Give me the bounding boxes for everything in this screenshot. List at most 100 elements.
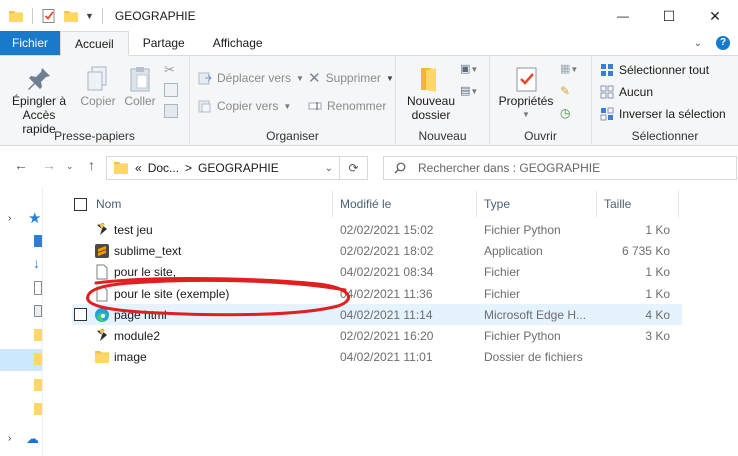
- new-folder-button[interactable]: Nouveau dossier: [404, 64, 458, 122]
- table-row[interactable]: pour le site, 04/02/2021 08:34 Fichier 1…: [76, 261, 682, 282]
- chevron-down-icon[interactable]: ⌄: [694, 38, 702, 49]
- file-name-cell[interactable]: sublime_text: [94, 240, 181, 261]
- help-icon[interactable]: ?: [716, 36, 730, 50]
- column-header-type[interactable]: Type: [484, 191, 510, 217]
- delete-icon: ✕: [308, 70, 321, 87]
- address-bar[interactable]: « Doc... > GEOGRAPHIE ⌄: [106, 156, 340, 180]
- file-name-cell[interactable]: page html: [94, 304, 167, 325]
- refresh-button[interactable]: ⟳: [340, 156, 368, 180]
- file-name-cell[interactable]: pour le site,: [94, 261, 176, 282]
- documents-icon[interactable]: [34, 281, 42, 295]
- file-name: pour le site,: [114, 264, 177, 279]
- cut-icon[interactable]: ✂: [164, 62, 175, 78]
- file-type: Fichier: [484, 264, 521, 279]
- tab-fichier[interactable]: Fichier: [0, 31, 61, 55]
- table-row[interactable]: page html 04/02/2021 11:14 Microsoft Edg…: [72, 304, 682, 325]
- paste-shortcut-icon[interactable]: [164, 104, 178, 118]
- file-name: test jeu: [114, 222, 153, 237]
- column-header-size[interactable]: Taille: [604, 191, 631, 217]
- folder-icon[interactable]: [34, 379, 42, 391]
- up-arrow-icon[interactable]: ↑: [88, 157, 95, 173]
- table-row[interactable]: pour le site (exemple) 04/02/2021 11:36 …: [76, 283, 682, 304]
- column-divider[interactable]: [476, 191, 477, 217]
- minimize-icon: —: [617, 9, 629, 23]
- table-row[interactable]: test jeu 02/02/2021 15:02 Fichier Python…: [76, 219, 682, 240]
- open-group-label: Ouvrir: [524, 129, 557, 143]
- properties-button[interactable]: Propriétés ▼: [496, 64, 556, 122]
- copy-button[interactable]: Copier: [78, 64, 118, 108]
- file-name-cell[interactable]: test jeu: [94, 219, 153, 240]
- new-folder-qa-icon[interactable]: [63, 8, 79, 24]
- move-to-button[interactable]: Déplacer vers ▼: [198, 68, 304, 88]
- rename-button[interactable]: Renommer: [308, 96, 386, 116]
- file-name-cell[interactable]: pour le site (exemple): [94, 283, 229, 304]
- select-all-button[interactable]: Sélectionner tout: [600, 60, 709, 80]
- tab-partage[interactable]: Partage: [129, 31, 199, 55]
- folder-icon: [114, 162, 128, 174]
- forward-arrow-icon[interactable]: →: [42, 157, 56, 173]
- table-row[interactable]: sublime_text 02/02/2021 18:02 Applicatio…: [76, 240, 682, 261]
- delete-button[interactable]: ✕ Supprimer ▼: [308, 68, 394, 88]
- address-dropdown-icon[interactable]: ⌄: [325, 163, 333, 174]
- file-list-scrollbar[interactable]: [721, 187, 738, 456]
- paste-button[interactable]: Coller: [120, 64, 160, 108]
- maximize-button[interactable]: ☐: [646, 0, 692, 32]
- group-clipboard: Épingler à Accès rapide Copier Coller ✂ …: [0, 56, 190, 146]
- breadcrumb-overflow[interactable]: «: [135, 161, 142, 175]
- downloads-icon[interactable]: ↓: [33, 255, 40, 271]
- ribbon-tabs: Fichier Accueil Partage Affichage ⌄ ?: [0, 31, 738, 56]
- minimize-button[interactable]: —: [600, 0, 646, 32]
- properties-label: Propriétés: [498, 94, 554, 108]
- quick-access-star-icon[interactable]: ★: [28, 209, 41, 227]
- column-header-name[interactable]: Nom: [96, 191, 121, 217]
- desktop-icon[interactable]: [34, 235, 42, 247]
- properties-qa-icon[interactable]: [41, 8, 57, 24]
- folder-icon[interactable]: [34, 353, 42, 365]
- copy-to-button[interactable]: Copier vers ▼: [198, 96, 291, 116]
- folder-icon: [9, 11, 23, 22]
- tab-affichage[interactable]: Affichage: [199, 31, 277, 55]
- open-icon[interactable]: ▦▼: [560, 62, 578, 75]
- column-divider[interactable]: [596, 191, 597, 217]
- file-name-cell[interactable]: image: [94, 346, 147, 367]
- folder-icon[interactable]: [34, 403, 42, 415]
- python-icon: [94, 328, 110, 344]
- row-checkbox[interactable]: [74, 308, 87, 321]
- group-select: Sélectionner tout Aucun Inverser la séle…: [592, 56, 738, 146]
- search-input[interactable]: Rechercher dans : GEOGRAPHIE: [383, 156, 737, 180]
- breadcrumb-geographie[interactable]: GEOGRAPHIE: [198, 161, 279, 175]
- file-name-cell[interactable]: module2: [94, 325, 160, 346]
- history-icon[interactable]: ◷: [560, 106, 570, 120]
- row-checkbox-cell[interactable]: [74, 304, 87, 325]
- breadcrumb-separator[interactable]: >: [185, 161, 192, 175]
- expand-arrow-icon[interactable]: ›: [8, 213, 11, 224]
- breadcrumb-documents[interactable]: Doc...: [148, 161, 179, 175]
- expand-arrow-icon[interactable]: ›: [8, 433, 11, 444]
- column-divider[interactable]: [332, 191, 333, 217]
- folder-icon[interactable]: [34, 329, 42, 341]
- tab-accueil[interactable]: Accueil: [60, 31, 129, 56]
- navigation-scrollbar[interactable]: [42, 187, 58, 456]
- new-item-icon[interactable]: ▣▼: [460, 62, 478, 75]
- file-type: Microsoft Edge H...: [484, 307, 587, 322]
- customize-qa-icon[interactable]: ▼: [85, 11, 94, 21]
- copy-path-icon[interactable]: [164, 83, 178, 97]
- onedrive-icon[interactable]: ☁: [26, 431, 39, 447]
- column-header-modified[interactable]: Modifié le: [340, 191, 391, 217]
- pictures-icon[interactable]: [34, 305, 42, 317]
- back-arrow-icon[interactable]: ←: [14, 157, 28, 173]
- easy-access-icon[interactable]: ▤▼: [460, 84, 478, 97]
- column-divider[interactable]: [678, 191, 679, 217]
- table-row[interactable]: image 04/02/2021 11:01 Dossier de fichie…: [76, 346, 682, 367]
- file-type: Fichier Python: [484, 222, 561, 237]
- edit-icon[interactable]: ✎: [560, 84, 570, 98]
- select-none-button[interactable]: Aucun: [600, 82, 653, 102]
- select-all-checkbox[interactable]: [74, 197, 87, 211]
- pin-quick-access-button[interactable]: Épingler à Accès rapide: [8, 64, 70, 136]
- table-row[interactable]: module2 02/02/2021 16:20 Fichier Python …: [76, 325, 682, 346]
- copy-label: Copier: [80, 94, 116, 108]
- select-all-checkbox-cell[interactable]: [74, 191, 87, 217]
- invert-selection-button[interactable]: Inverser la sélection: [600, 104, 726, 124]
- close-button[interactable]: ✕: [692, 0, 738, 32]
- recent-locations-icon[interactable]: ⌄: [66, 161, 74, 172]
